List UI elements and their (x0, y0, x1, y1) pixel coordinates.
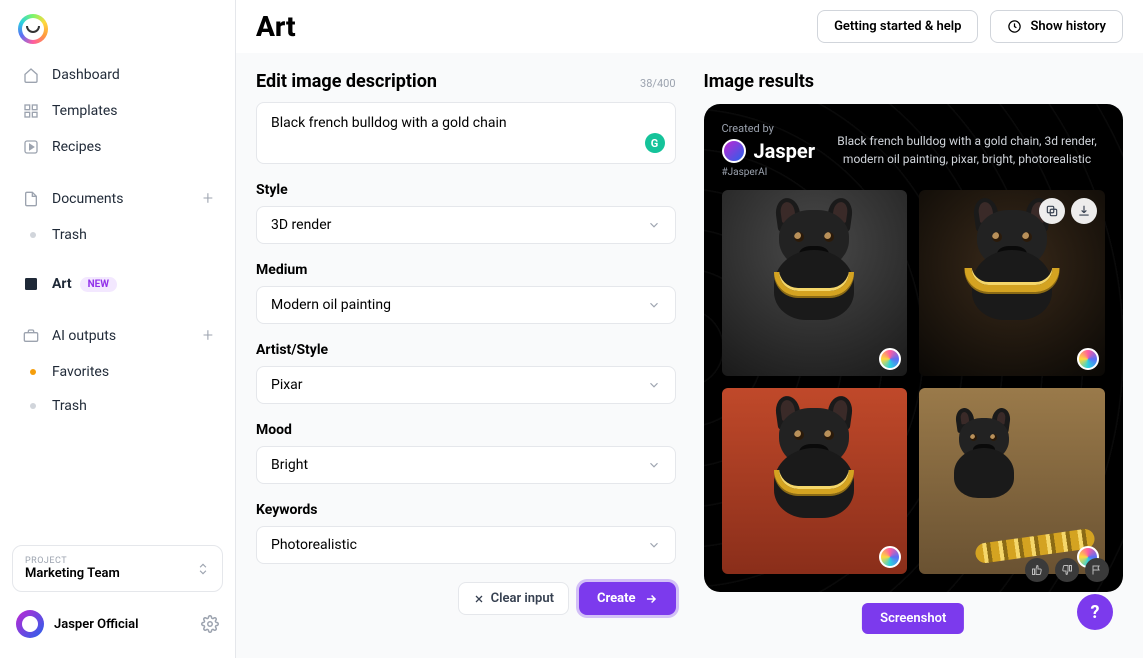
result-image-3[interactable] (722, 388, 908, 574)
nav-label: Trash (52, 398, 87, 414)
nav-label: Recipes (52, 139, 101, 155)
nav-label: Templates (52, 103, 118, 119)
arrow-right-icon (644, 592, 658, 606)
user-row: Jasper Official (12, 604, 223, 644)
chevron-updown-icon (196, 562, 210, 576)
flag-button[interactable] (1085, 558, 1109, 582)
style-select[interactable]: 3D render (256, 206, 676, 244)
nav-favorites[interactable]: Favorites (12, 356, 223, 388)
nav-ai-outputs[interactable]: AI outputs + (12, 317, 223, 354)
grid-icon (22, 102, 40, 120)
show-history-button[interactable]: Show history (990, 10, 1123, 43)
page-title: Art (256, 10, 296, 43)
char-count: 38/400 (640, 77, 675, 90)
creator-avatar (722, 139, 746, 163)
plus-icon[interactable]: + (203, 325, 213, 346)
clear-input-button[interactable]: Clear input (458, 582, 569, 615)
nav-label: Dashboard (52, 67, 120, 83)
artist-select[interactable]: Pixar (256, 366, 676, 404)
project-name: Marketing Team (25, 566, 120, 581)
project-label: PROJECT (25, 556, 120, 566)
creator-tag: #JasperAI (722, 167, 816, 178)
created-by-label: Created by (722, 122, 816, 135)
getting-started-button[interactable]: Getting started & help (817, 10, 978, 43)
clock-icon (1007, 19, 1022, 34)
keywords-select[interactable]: Photorealistic (256, 526, 676, 564)
user-name: Jasper Official (54, 617, 138, 632)
watermark-icon (1077, 348, 1099, 370)
results-canvas: Created by Jasper #JasperAI Black french… (704, 104, 1124, 592)
nav-templates[interactable]: Templates (12, 94, 223, 128)
result-image-2[interactable] (919, 190, 1105, 376)
dot-icon (30, 232, 36, 238)
app-logo[interactable] (18, 14, 48, 44)
close-icon (473, 593, 485, 605)
thumbs-down-button[interactable] (1055, 558, 1079, 582)
medium-label: Medium (256, 262, 676, 278)
image-icon (22, 275, 40, 293)
result-image-4[interactable] (919, 388, 1105, 574)
grammarly-icon[interactable]: G (645, 133, 665, 153)
result-image-1[interactable] (722, 190, 908, 376)
prompt-text: Black french bulldog with a gold chain, … (829, 122, 1105, 178)
keywords-label: Keywords (256, 502, 676, 518)
nav-dashboard[interactable]: Dashboard (12, 58, 223, 92)
help-fab[interactable]: ? (1077, 594, 1113, 630)
creator-name: Jasper (754, 139, 816, 163)
watermark-icon (879, 546, 901, 568)
nav-label: Trash (52, 227, 87, 243)
nav-recipes[interactable]: Recipes (12, 130, 223, 164)
nav-art[interactable]: Art NEW (12, 267, 223, 301)
dot-icon (30, 403, 36, 409)
screenshot-button[interactable]: Screenshot (862, 603, 964, 634)
new-badge: NEW (80, 277, 117, 292)
archive-icon (22, 327, 40, 345)
home-icon (22, 66, 40, 84)
nav-outputs-trash[interactable]: Trash (12, 390, 223, 422)
nav-label: Art (52, 276, 72, 292)
dot-icon (30, 369, 36, 375)
play-icon (22, 138, 40, 156)
copy-button[interactable] (1039, 198, 1065, 224)
nav-label: Favorites (52, 364, 109, 380)
results-title: Image results (704, 71, 1124, 92)
medium-select[interactable]: Modern oil painting (256, 286, 676, 324)
nav-label: Documents (52, 191, 123, 207)
style-label: Style (256, 182, 676, 198)
artist-label: Artist/Style (256, 342, 676, 358)
mood-select[interactable]: Bright (256, 446, 676, 484)
create-button[interactable]: Create (579, 582, 676, 615)
thumbs-up-button[interactable] (1025, 558, 1049, 582)
plus-icon[interactable]: + (203, 188, 213, 209)
gear-icon[interactable] (201, 615, 219, 633)
chevron-down-icon (647, 378, 661, 392)
download-button[interactable] (1071, 198, 1097, 224)
chevron-down-icon (647, 538, 661, 552)
description-input[interactable]: Black french bulldog with a gold chain G (256, 102, 676, 164)
chevron-down-icon (647, 458, 661, 472)
project-switcher[interactable]: PROJECT Marketing Team (12, 545, 223, 592)
watermark-icon (879, 348, 901, 370)
document-icon (22, 190, 40, 208)
chevron-down-icon (647, 298, 661, 312)
nav-label: AI outputs (52, 328, 116, 344)
nav-documents-trash[interactable]: Trash (12, 219, 223, 251)
edit-description-title: Edit image description (256, 71, 437, 92)
mood-label: Mood (256, 422, 676, 438)
avatar (16, 610, 44, 638)
chevron-down-icon (647, 218, 661, 232)
nav-documents[interactable]: Documents + (12, 180, 223, 217)
